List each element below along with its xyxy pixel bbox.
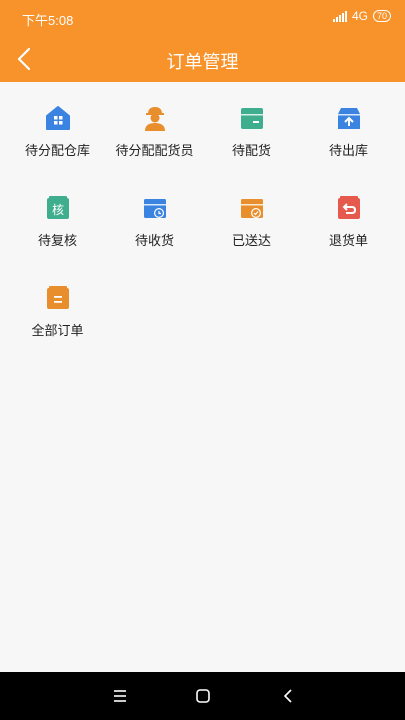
status-time: 下午5:08 — [22, 13, 74, 28]
header: 下午5:08 4G 70 订单管理 — [0, 0, 405, 82]
battery-icon: 70 — [372, 10, 391, 22]
grid-item-label: 已送达 — [231, 233, 271, 248]
signal-icon — [332, 10, 347, 22]
worker-icon — [144, 107, 165, 131]
system-nav-bar — [0, 672, 405, 720]
grid-item-delivered[interactable]: 已送达 — [201, 190, 302, 260]
box-icon — [240, 108, 263, 129]
title-bar: 订单管理 — [0, 36, 405, 82]
grid-item-pending-picking[interactable]: 待配货 — [201, 100, 302, 170]
grid-item-pending-warehouse[interactable]: 待分配仓库 — [7, 100, 108, 170]
grid-item-pending-review[interactable]: 核 待复核 — [7, 190, 108, 260]
grid-item-label: 待收货 — [134, 233, 174, 248]
review-glyph: 核 — [51, 203, 63, 217]
return-icon — [337, 196, 360, 219]
home-icon[interactable] — [193, 686, 213, 706]
outbound-box-icon — [337, 108, 360, 129]
grid-item-label: 待出库 — [328, 143, 368, 158]
back-nav-icon[interactable] — [278, 686, 298, 706]
warehouse-icon — [45, 106, 70, 130]
grid-item-label: 待分配配货员 — [115, 143, 194, 158]
grid-item-label: 待分配仓库 — [24, 143, 90, 158]
grid-item-pending-picker[interactable]: 待分配配货员 — [104, 100, 205, 170]
menu-icon[interactable] — [110, 686, 130, 706]
grid-item-pending-receipt[interactable]: 待收货 — [104, 190, 205, 260]
grid-item-return-order[interactable]: 退货单 — [298, 190, 399, 260]
grid-item-label: 退货单 — [328, 233, 368, 248]
battery-level: 70 — [376, 11, 387, 21]
grid-item-pending-outbound[interactable]: 待出库 — [298, 100, 399, 170]
delivered-check-icon — [240, 199, 263, 218]
grid-item-label: 待配货 — [231, 143, 271, 158]
status-bar: 下午5:08 4G 70 — [0, 0, 405, 36]
page-title: 订单管理 — [166, 52, 239, 72]
grid-item-label: 待复核 — [37, 233, 77, 248]
grid-item-label: 全部订单 — [31, 323, 84, 338]
network-label: 4G — [351, 9, 368, 23]
all-orders-icon — [46, 286, 69, 309]
status-indicators: 4G 70 — [332, 9, 391, 23]
grid-item-all-orders[interactable]: 全部订单 — [7, 280, 108, 350]
receive-clock-icon — [143, 199, 166, 218]
review-icon: 核 — [46, 196, 69, 219]
